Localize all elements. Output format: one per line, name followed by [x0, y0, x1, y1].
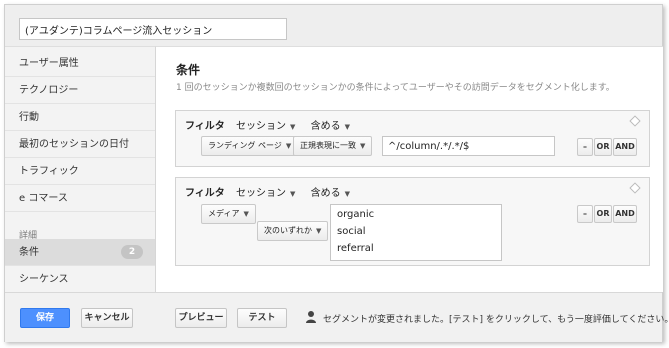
dimension-select[interactable]: メディア ▼ — [201, 204, 256, 224]
list-item: referral — [337, 243, 374, 254]
sidebar-item-label: 行動 — [19, 112, 39, 123]
status-message: セグメントが変更されました。[テスト] をクリックして、もう一度評価してください… — [323, 315, 669, 325]
sidebar-item-label: テクノロジー — [19, 85, 79, 96]
sidebar-item-ecommerce[interactable]: e コマース — [5, 185, 155, 212]
caret-down-icon: ▼ — [285, 142, 292, 150]
cancel-button[interactable]: キャンセル — [81, 308, 133, 328]
include-value: 含める — [310, 188, 341, 199]
operator-select[interactable]: 次のいずれか ▼ — [257, 221, 329, 241]
page-description: 1 回のセッションか複数回のセッションかの条件によってユーザーやその訪問データを… — [176, 83, 615, 93]
page-title: 条件 — [176, 63, 201, 77]
caret-down-icon: ▼ — [316, 227, 322, 235]
sidebar-item-label: 最初のセッションの日付 — [19, 139, 129, 150]
caret-down-icon: ▼ — [360, 142, 366, 150]
sidebar: ユーザー属性 テクノロジー 行動 最初のセッションの日付 トラフィック e コマ… — [5, 46, 155, 293]
dimension-value: メディア — [208, 209, 240, 218]
caret-down-icon: ▼ — [290, 190, 296, 198]
sidebar-item-label: e コマース — [19, 193, 68, 204]
segment-editor: ユーザー属性 テクノロジー 行動 最初のセッションの日付 トラフィック e コマ… — [4, 4, 669, 342]
sidebar-item-label: トラフィック — [19, 166, 79, 177]
sidebar-item-technology[interactable]: テクノロジー — [5, 77, 155, 104]
list-item: organic — [337, 209, 375, 220]
scope-dropdown[interactable]: セッション ▼ — [236, 117, 295, 132]
filter-row: フィルタ セッション ▼ 含める ▼ メディア ▼ 次のいずれか ▼ organic s… — [175, 177, 650, 266]
include-dropdown[interactable]: 含める ▼ — [311, 117, 350, 132]
filter-row: フィルタ セッション▼ 含める▼ ランディング ページ▼ 正規表現に一致▼ – … — [175, 110, 650, 167]
scope-value: セッション — [236, 188, 286, 199]
sidebar-item-behavior[interactable]: 行動 — [5, 104, 155, 131]
and-button[interactable]: AND — [613, 205, 637, 223]
sidebar-item-first-session-date[interactable]: 最初のセッションの日付 — [5, 131, 155, 158]
scope-dropdown[interactable]: セッション ▼ — [236, 184, 295, 199]
operator-value: 正規表現に一致 — [300, 141, 356, 150]
value-input[interactable] — [382, 136, 555, 156]
operator-select[interactable]: 正規表現に一致 ▼ — [293, 136, 373, 156]
caret-down-icon: ▼ — [243, 210, 249, 218]
dimension-value: ランディング ページ — [208, 141, 282, 150]
sidebar-item-label: シーケンス — [19, 274, 69, 285]
sidebar-item-label: 条件 — [19, 247, 39, 258]
remove-condition-button[interactable]: – — [577, 138, 593, 156]
drag-handle-icon[interactable] — [629, 182, 641, 194]
sidebar-item-traffic[interactable]: トラフィック — [5, 158, 155, 185]
scope-value: セッション — [236, 121, 286, 132]
or-button[interactable]: OR — [594, 205, 612, 223]
and-button[interactable]: AND — [613, 138, 637, 156]
segment-name-input[interactable] — [19, 18, 287, 40]
caret-down-icon: ▼ — [344, 190, 350, 198]
values-listbox[interactable]: organic social referral — [330, 204, 502, 261]
person-icon — [306, 311, 316, 323]
filter-label: フィルタ — [185, 121, 225, 132]
test-button[interactable]: テスト — [237, 308, 287, 328]
caret-down-icon: ▼ — [290, 123, 296, 131]
or-button[interactable]: OR — [594, 138, 612, 156]
operator-value: 次のいずれか — [264, 226, 312, 235]
include-value: 含める — [310, 121, 341, 132]
include-dropdown[interactable]: 含める ▼ — [311, 184, 350, 199]
sidebar-item-conditions[interactable]: 条件 2 — [5, 239, 155, 266]
filter-label: フィルタ — [185, 188, 225, 199]
filter-header: フィルタ セッション ▼ 含める ▼ — [185, 117, 362, 132]
drag-handle-icon[interactable] — [629, 115, 641, 127]
list-item: social — [337, 226, 366, 237]
sidebar-item-sequences[interactable]: シーケンス — [5, 266, 155, 293]
save-button[interactable]: 保存 — [20, 308, 70, 328]
footer-bar: 保存 キャンセル プレビュー テスト セグメントが変更されました。[テスト] を… — [5, 292, 669, 342]
preview-button[interactable]: プレビュー — [175, 308, 227, 328]
sidebar-item-demographics[interactable]: ユーザー属性 — [5, 50, 155, 77]
sidebar-item-label: ユーザー属性 — [19, 58, 79, 69]
caret-down-icon: ▼ — [344, 123, 350, 131]
filter-header: フィルタ セッション ▼ 含める ▼ — [185, 184, 362, 199]
dimension-select[interactable]: ランディング ページ ▼ — [201, 136, 299, 156]
count-badge: 2 — [121, 245, 143, 259]
remove-condition-button[interactable]: – — [577, 205, 593, 223]
main-panel: 条件 1 回のセッションか複数回のセッションかの条件によってユーザーやその訪問デ… — [155, 46, 663, 292]
